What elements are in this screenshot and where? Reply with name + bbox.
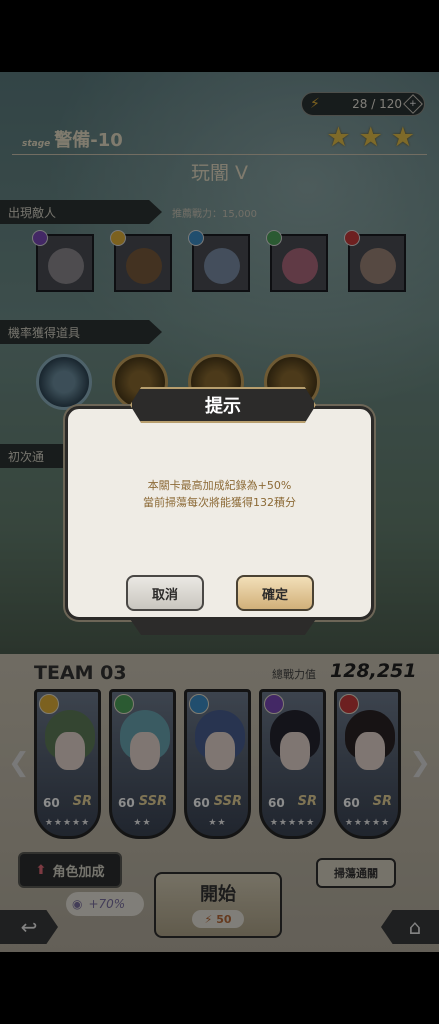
dialog-message: 本關卡最高加成紀錄為+50% 當前掃蕩每次將能獲得132積分 (68, 477, 371, 511)
cancel-button[interactable]: 取消 (126, 575, 204, 611)
dialog-bottom-plate (130, 619, 316, 635)
game-screen: ⚡ 28 / 120 + stage 警備-10 ★ ★ ★ 玩闇 V 出現敵人… (0, 72, 439, 952)
confirm-dialog: 提示 本關卡最高加成紀錄為+50% 當前掃蕩每次將能獲得132積分 取消 確定 (65, 387, 374, 635)
dialog-message-line: 當前掃蕩每次將能獲得132積分 (143, 496, 296, 509)
confirm-button[interactable]: 確定 (236, 575, 314, 611)
dialog-message-line: 本關卡最高加成紀錄為+50% (147, 479, 292, 492)
dialog-title: 提示 (130, 387, 316, 423)
